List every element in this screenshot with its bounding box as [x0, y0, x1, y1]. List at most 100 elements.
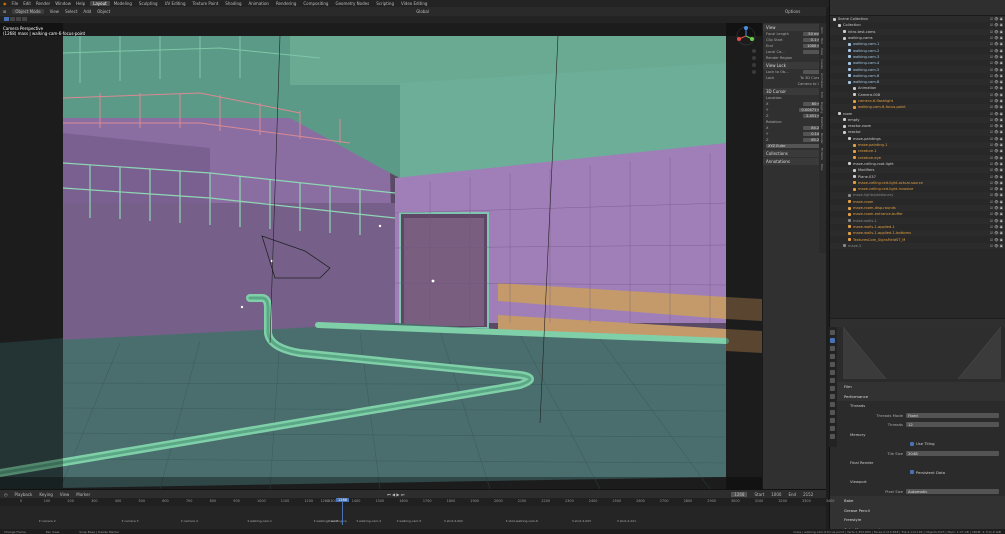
property-field[interactable]: Automatic: [906, 488, 999, 494]
tab-render[interactable]: Render: [820, 133, 824, 144]
visibility-toggle-icons[interactable]: ☑ 👁 ▣: [990, 130, 1003, 134]
object-tab-icon[interactable]: [830, 386, 835, 391]
current-frame-field[interactable]: 1268: [731, 491, 748, 497]
tab-fit-parts[interactable]: Fit Parts: [820, 148, 824, 160]
visibility-toggle-icons[interactable]: ☑ 👁 ▣: [990, 206, 1003, 210]
3d-cursor-section-header[interactable]: 3D Cursor: [763, 88, 826, 95]
visibility-toggle-icons[interactable]: ☑ 👁 ▣: [990, 61, 1003, 65]
property-row[interactable]: Pixel Size Automatic: [830, 487, 1005, 497]
timeline-marker[interactable]: ▾ shot-4-003: [572, 519, 591, 523]
tab-tool[interactable]: Tool: [820, 38, 824, 44]
visibility-toggle-icons[interactable]: ☑ 👁 ▣: [990, 193, 1003, 197]
playhead-line[interactable]: [342, 498, 343, 525]
tab-create[interactable]: Create: [820, 59, 824, 69]
visibility-toggle-icons[interactable]: ☑ 👁 ▣: [990, 55, 1003, 59]
collections-section-header[interactable]: Collections: [763, 150, 826, 157]
tool-tab-icon[interactable]: [830, 330, 835, 335]
tab-compositing[interactable]: Compositing: [300, 1, 331, 6]
visibility-toggle-icons[interactable]: ☑ 👁 ▣: [990, 68, 1003, 72]
blender-logo-icon[interactable]: ◉: [3, 1, 7, 6]
constraints-tab-icon[interactable]: [830, 418, 835, 423]
visibility-toggle-icons[interactable]: ☑ 👁 ▣: [990, 238, 1003, 242]
visibility-toggle-icons[interactable]: ☑ 👁 ▣: [990, 74, 1003, 78]
subpanel-header[interactable]: Memory: [830, 430, 1005, 440]
property-row[interactable]: Threads Mode Fixed: [830, 411, 1005, 421]
render-tab-icon[interactable]: [830, 338, 835, 343]
timeline-marker[interactable]: ▾ camera 3: [122, 519, 139, 523]
visibility-toggle-icons[interactable]: ☑ 👁 ▣: [990, 30, 1003, 34]
property-row[interactable]: Tile Size 2048: [830, 449, 1005, 459]
visibility-toggle-icons[interactable]: ☑ 👁 ▣: [990, 80, 1003, 84]
particles-tab-icon[interactable]: [830, 402, 835, 407]
visibility-toggle-icons[interactable]: ☑ 👁 ▣: [990, 181, 1003, 185]
transform-orientation-dropdown[interactable]: Global: [416, 9, 429, 14]
menu-add[interactable]: Add: [83, 9, 91, 14]
tab-modifier[interactable]: Modifier: [820, 117, 824, 129]
panel-header[interactable]: Grease Pencil: [830, 505, 1005, 515]
checkbox-icon[interactable]: [910, 470, 914, 475]
material-tab-icon[interactable]: [830, 434, 835, 439]
visibility-toggle-icons[interactable]: ☑ 👁 ▣: [990, 244, 1003, 248]
tab-layout[interactable]: Layout: [90, 1, 110, 6]
timeline-marker[interactable]: ▾ walking-ca: [328, 519, 347, 523]
marker-menu[interactable]: Marker: [76, 492, 90, 497]
tab-animation-side[interactable]: Animation: [820, 73, 824, 88]
visibility-toggle-icons[interactable]: ☑ 👁 ▣: [990, 86, 1003, 90]
select-subtract-icon[interactable]: [16, 17, 21, 21]
timeline-marker[interactable]: ▾ camera 4: [181, 519, 198, 523]
select-invert-icon[interactable]: [22, 17, 27, 21]
visibility-toggle-icons[interactable]: ☑ 👁 ▣: [990, 93, 1003, 97]
select-box-icon[interactable]: [4, 17, 9, 21]
menu-edit[interactable]: Edit: [23, 1, 31, 6]
visibility-toggle-icons[interactable]: ☑ 👁 ▣: [990, 42, 1003, 46]
visibility-toggle-icons[interactable]: ☑ 👁 ▣: [990, 168, 1003, 172]
visibility-toggle-icons[interactable]: ☑ 👁 ▣: [990, 23, 1003, 27]
panel-header[interactable]: Freestyle: [830, 515, 1005, 525]
menu-view[interactable]: View: [50, 9, 60, 14]
menu-object[interactable]: Object: [97, 9, 110, 14]
property-row[interactable]: Threads 12: [830, 420, 1005, 430]
view-section-header[interactable]: View: [763, 24, 826, 31]
visibility-toggle-icons[interactable]: ☑ 👁 ▣: [990, 112, 1003, 116]
end-frame-field[interactable]: 2152: [803, 492, 813, 497]
playback-menu[interactable]: Playback: [15, 492, 33, 497]
view-menu-timeline[interactable]: View: [60, 492, 70, 497]
visibility-toggle-icons[interactable]: ☑ 👁 ▣: [990, 143, 1003, 147]
timeline-marker[interactable]: ▾ walking-cam-5: [397, 519, 421, 523]
menu-file[interactable]: File: [12, 1, 19, 6]
timeline-marker[interactable]: ▾ shot-walking-cam-6: [506, 519, 538, 523]
timeline-marker[interactable]: ▾ walking-cam-1: [248, 519, 272, 523]
visibility-toggle-icons[interactable]: ☑ 👁 ▣: [990, 219, 1003, 223]
tab-shading[interactable]: Shading: [222, 1, 244, 6]
tab-sculpting[interactable]: Sculpting: [136, 1, 161, 6]
timeline-marker[interactable]: ▾ shot-4-002: [444, 519, 463, 523]
tab-modeling[interactable]: Modeling: [111, 1, 135, 6]
visibility-toggle-icons[interactable]: ☑ 👁 ▣: [990, 200, 1003, 204]
visibility-toggle-icons[interactable]: ☑ 👁 ▣: [990, 124, 1003, 128]
3d-viewport[interactable]: Camera Perspective (1268) mass | walking…: [0, 23, 762, 489]
world-tab-icon[interactable]: [830, 370, 835, 375]
mode-dropdown[interactable]: Object Mode: [12, 9, 44, 14]
visibility-toggle-icons[interactable]: ☑ 👁 ▣: [990, 17, 1003, 21]
tab-video-editing[interactable]: Video Editing: [398, 1, 430, 6]
property-checkbox-row[interactable]: Use Tiling: [830, 439, 1005, 449]
tab-animation[interactable]: Animation: [246, 1, 272, 6]
visibility-toggle-icons[interactable]: ☑ 👁 ▣: [990, 175, 1003, 179]
options-dropdown[interactable]: Options: [785, 9, 800, 14]
subpanel-header[interactable]: Viewport: [830, 477, 1005, 487]
outliner-item[interactable]: maze-2 ☑ 👁 ▣: [830, 242, 1005, 249]
timeline-marker[interactable]: ▾ camera 2: [39, 519, 56, 523]
tab-texture-paint[interactable]: Texture Paint: [189, 1, 221, 6]
tab-misc[interactable]: Misc: [820, 164, 824, 171]
collection-tab-icon[interactable]: [830, 378, 835, 383]
tab-view[interactable]: View: [820, 48, 824, 55]
keying-menu[interactable]: Keying: [39, 492, 52, 497]
output-tab-icon[interactable]: [830, 346, 835, 351]
visibility-toggle-icons[interactable]: ☑ 👁 ▣: [990, 162, 1003, 166]
panel-header[interactable]: Film: [830, 382, 1005, 392]
visibility-toggle-icons[interactable]: ☑ 👁 ▣: [990, 156, 1003, 160]
menu-select[interactable]: Select: [65, 9, 77, 14]
timeline-marker[interactable]: ▾ walking-cam-4: [357, 519, 381, 523]
visibility-toggle-icons[interactable]: ☑ 👁 ▣: [990, 212, 1003, 216]
property-field[interactable]: 2048: [906, 450, 999, 456]
